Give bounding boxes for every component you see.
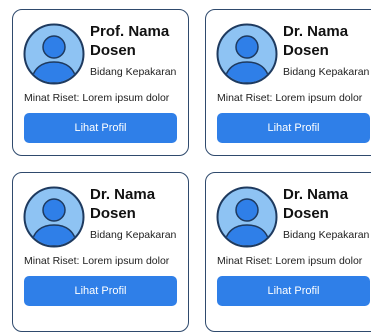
- expertise-label: Bidang Kepakaran: [90, 66, 177, 78]
- research-interest: Minat Riset: Lorem ipsum dolor: [217, 92, 363, 104]
- lecturer-name: Dr. Nama Dosen: [283, 186, 349, 222]
- user-avatar-icon: [23, 186, 85, 248]
- view-profile-button[interactable]: Lihat Profil: [24, 113, 177, 143]
- lecturer-name: Dr. Nama Dosen: [283, 23, 349, 59]
- user-avatar-icon: [216, 186, 278, 248]
- view-profile-button[interactable]: Lihat Profil: [217, 276, 370, 306]
- user-avatar-icon: [216, 23, 278, 85]
- expertise-label: Bidang Kepakaran: [90, 229, 177, 241]
- lecturer-name: Prof. Nama Dosen: [90, 23, 170, 59]
- expertise-label: Bidang Kepakaran: [283, 66, 370, 78]
- user-avatar-icon: [23, 23, 85, 85]
- expertise-label: Bidang Kepakaran: [283, 229, 370, 241]
- lecturer-card: Dr. Nama Dosen Bidang Kepakaran Minat Ri…: [205, 9, 371, 156]
- lecturer-card: Dr. Nama Dosen Bidang Kepakaran Minat Ri…: [205, 172, 371, 332]
- research-interest: Minat Riset: Lorem ipsum dolor: [24, 255, 170, 267]
- lecturer-name: Dr. Nama Dosen: [90, 186, 156, 222]
- view-profile-button[interactable]: Lihat Profil: [217, 113, 370, 143]
- research-interest: Minat Riset: Lorem ipsum dolor: [217, 255, 363, 267]
- lecturer-card: Prof. Nama Dosen Bidang Kepakaran Minat …: [12, 9, 189, 156]
- research-interest: Minat Riset: Lorem ipsum dolor: [24, 92, 170, 104]
- lecturer-card: Dr. Nama Dosen Bidang Kepakaran Minat Ri…: [12, 172, 189, 332]
- view-profile-button[interactable]: Lihat Profil: [24, 276, 177, 306]
